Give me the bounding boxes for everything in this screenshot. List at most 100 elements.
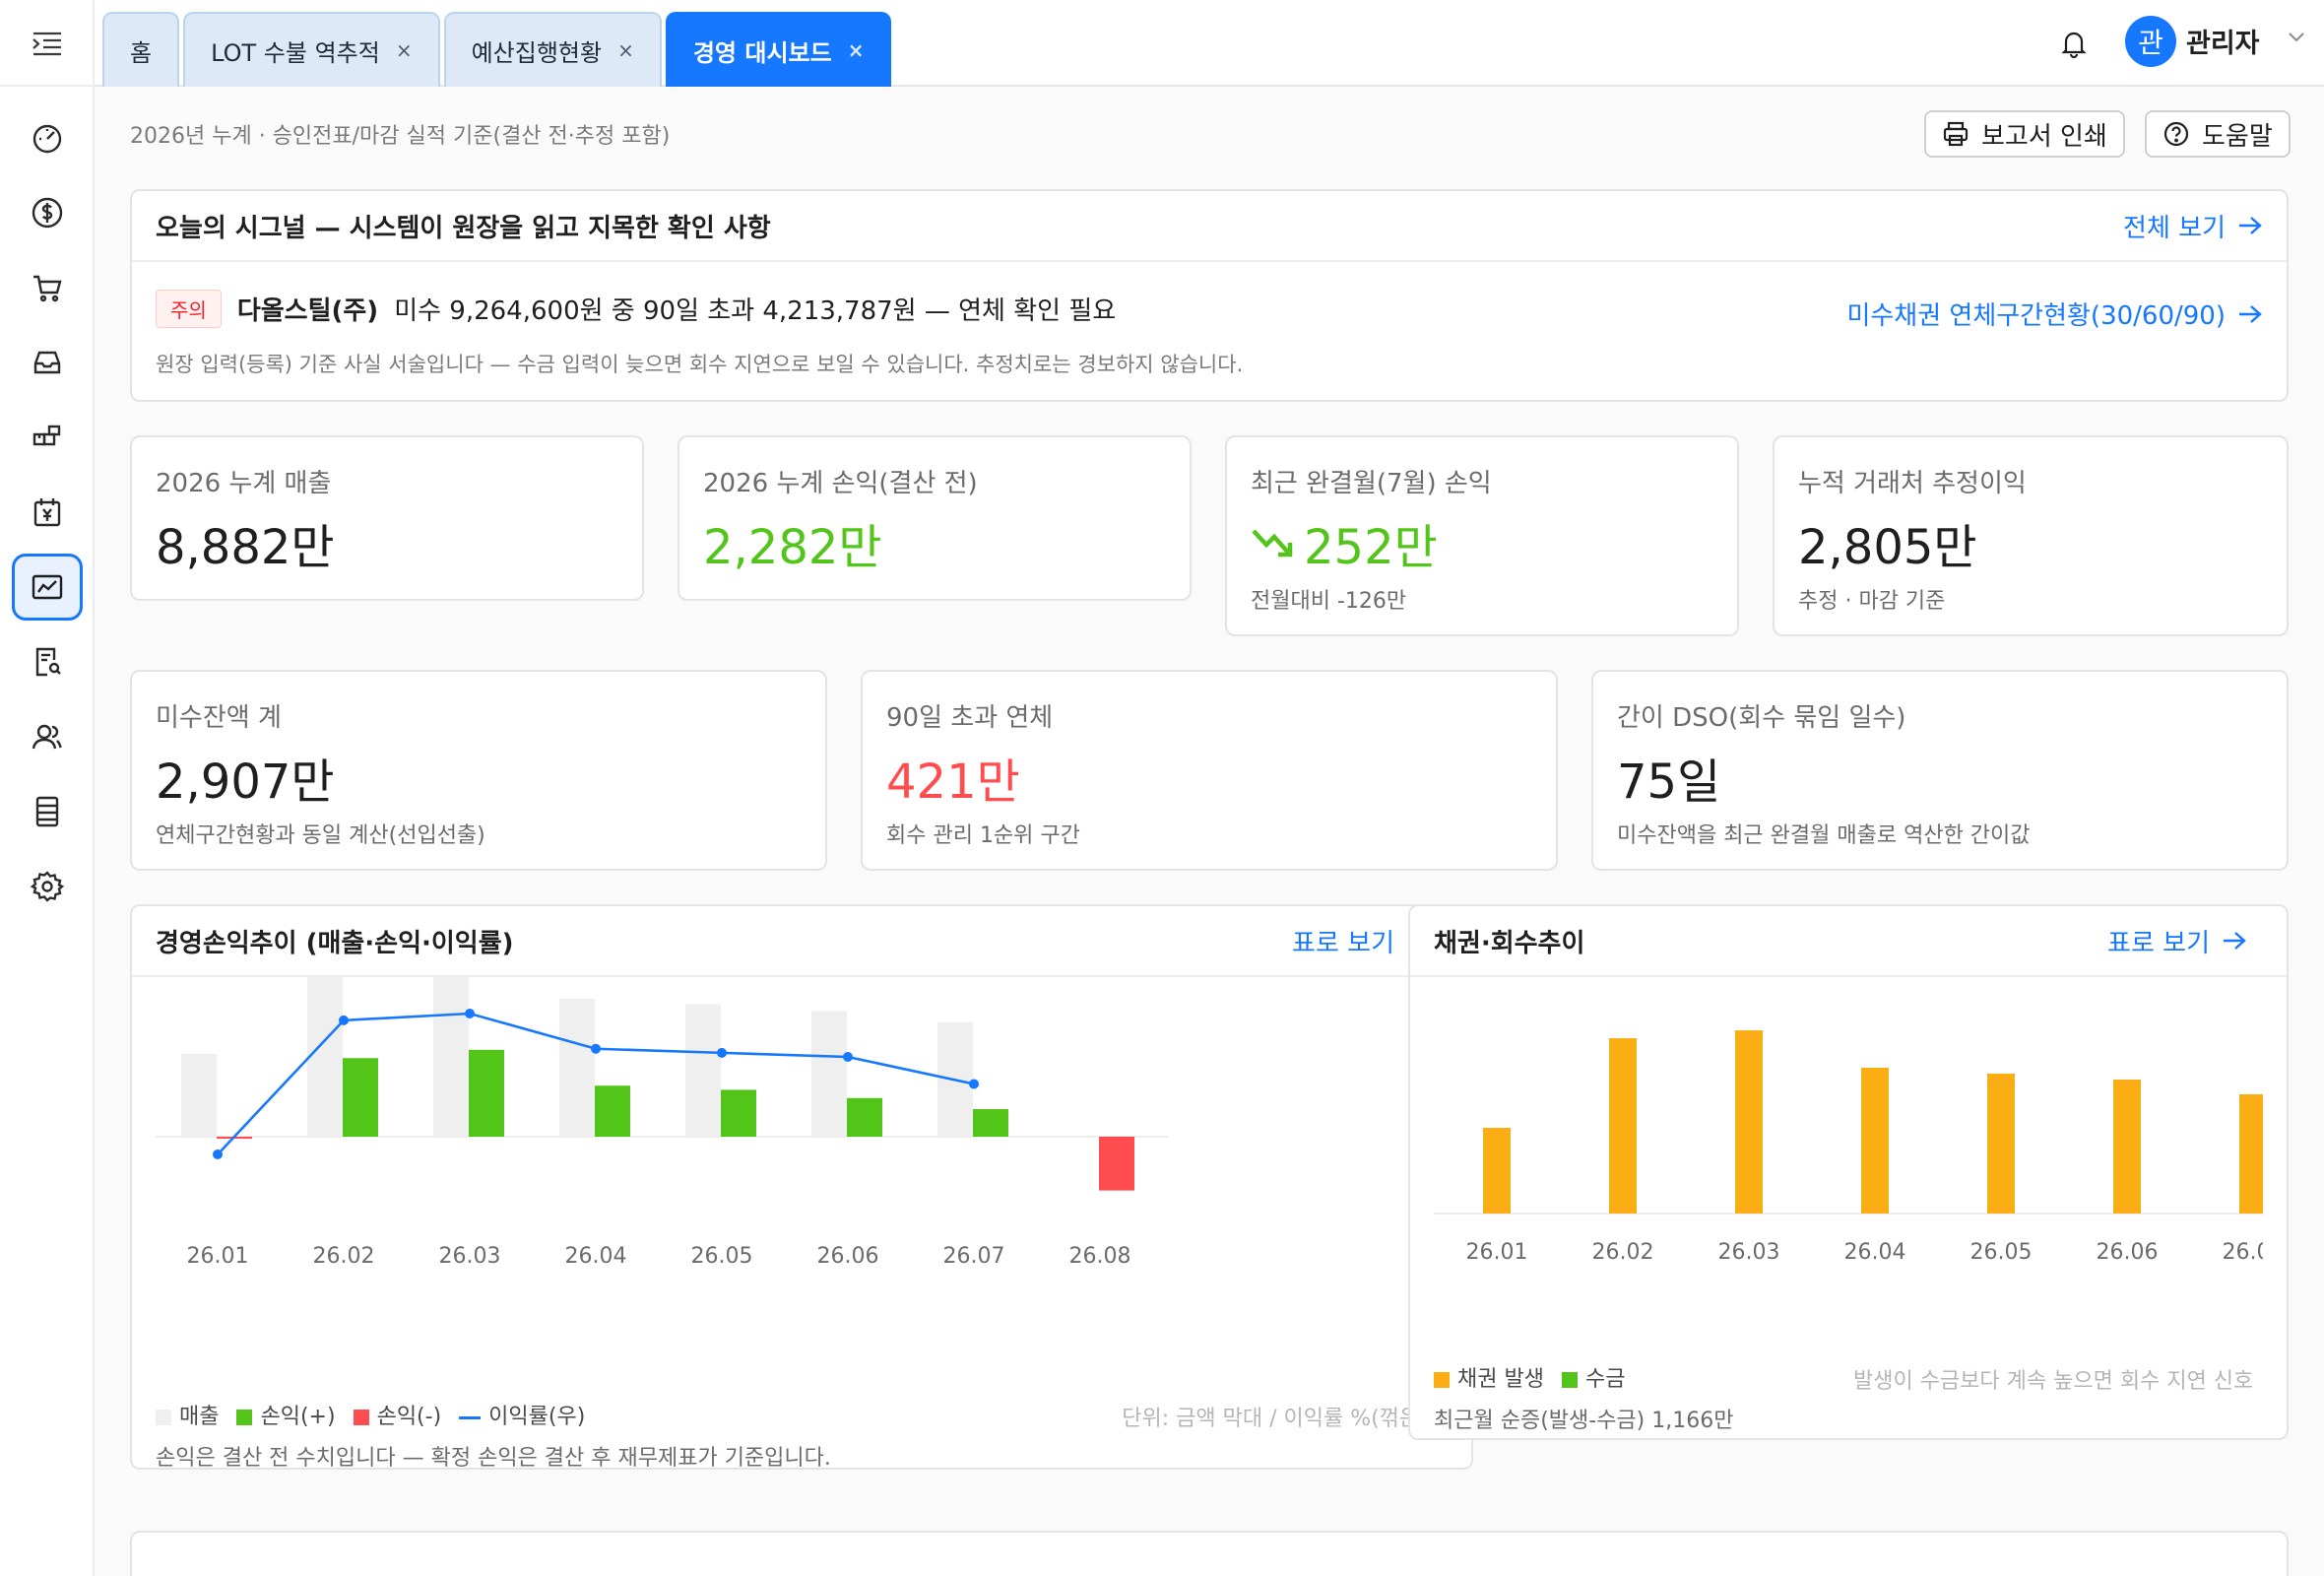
kpi-sub: 미수잔액을 최근 완결월 매출로 역산한 간이값 <box>1617 823 2031 848</box>
legend-label: 채권 발생 <box>1457 1367 1544 1392</box>
arrow-right-icon <box>2239 217 2262 234</box>
sidebar-item-budget[interactable] <box>12 479 83 546</box>
sidebar-item-dashboard[interactable] <box>12 104 83 171</box>
kpi-value: 421만 <box>886 755 1020 810</box>
ar-hint: 발생이 수금보다 계속 높으면 회수 지연 신호 <box>1853 1369 2254 1394</box>
view-all-link[interactable]: 전체 보기 <box>2123 208 2263 244</box>
kpi-sub: 추정 · 마감 기준 <box>1798 589 1946 614</box>
trend-down-icon <box>1252 529 1293 558</box>
sidebar-item-ledger[interactable] <box>12 778 83 845</box>
sidebar-collapse-toggle[interactable] <box>28 26 67 61</box>
kpi-label: 최근 완결월(7월) 손익 <box>1251 469 1492 498</box>
sidebar-nav <box>0 104 95 928</box>
ar-net-note: 최근월 순증(발생-수금) 1,166만 <box>1434 1409 1734 1433</box>
kpi-card-ytd-profit: 2026 누계 손익(결산 전) 2,282만 <box>678 435 1192 601</box>
margin-point <box>213 1149 223 1159</box>
tab-lot-trace[interactable]: LOT 수불 역추적 × <box>183 12 440 87</box>
document-search-icon <box>35 647 61 677</box>
legend-revenue: 매출 <box>156 1399 219 1430</box>
sidebar-item-partners[interactable] <box>12 703 83 770</box>
main-content: 2026년 누계 · 승인전표/마감 실적 기준(결산 전·추정 포함) 보고서… <box>95 87 2324 1576</box>
tab-home[interactable]: 홈 <box>102 12 180 87</box>
help-label: 도움말 <box>2202 121 2273 152</box>
page-subtitle: 2026년 누계 · 승인전표/마감 실적 기준(결산 전·추정 포함) <box>130 124 671 149</box>
kpi-card-dso: 간이 DSO(회수 묶임 일수) 75일 미수잔액을 최근 완결월 매출로 역산… <box>1591 670 2289 871</box>
tab-label: 홈 <box>130 38 153 67</box>
ar-table-label: 표로 보기 <box>2107 928 2210 958</box>
boxes-icon <box>32 425 61 446</box>
signal-company: 다올스틸(주) <box>236 296 379 326</box>
close-icon[interactable]: × <box>617 38 634 62</box>
x-tick-label: 26.02 <box>313 1244 375 1269</box>
legend-margin: 이익률(우) <box>459 1399 585 1430</box>
sidebar-item-inventory[interactable] <box>12 404 83 471</box>
kpi-sub: 전월대비 -126만 <box>1251 589 1407 614</box>
tab-label: 예산집행현황 <box>471 38 603 67</box>
tab-budget-execution[interactable]: 예산집행현황 × <box>443 12 662 87</box>
profit-bar <box>973 1109 1008 1137</box>
gear-icon <box>31 871 64 902</box>
kpi-value: 8,882만 <box>156 520 335 575</box>
sidebar-item-sales[interactable] <box>12 254 83 321</box>
view-all-label: 전체 보기 <box>2123 213 2226 243</box>
user-name[interactable]: 관리자 <box>2186 22 2260 60</box>
x-tick-label: 26.03 <box>439 1244 501 1269</box>
receivable-bar <box>2113 1080 2141 1214</box>
sidebar-item-settings[interactable] <box>12 853 83 920</box>
signal-row: 주의 다올스틸(주) 미수 9,264,600원 중 90일 초과 4,213,… <box>156 290 1116 328</box>
print-report-button[interactable]: 보고서 인쇄 <box>1924 110 2125 158</box>
arrow-right-icon <box>2224 932 2246 950</box>
kpi-value-row: 252만 <box>1251 508 1438 577</box>
ar-table-link[interactable]: 표로 보기 <box>2107 923 2247 959</box>
help-circle-icon <box>2163 121 2189 147</box>
profit-bar <box>721 1089 756 1137</box>
close-icon[interactable]: × <box>396 38 413 62</box>
legend-label: 매출 <box>179 1405 220 1429</box>
legend-label: 이익률(우) <box>488 1405 586 1429</box>
sidebar-item-finance[interactable] <box>12 179 83 246</box>
x-tick-label: 26.02 <box>1592 1240 1654 1265</box>
kpi-value: 2,282만 <box>703 520 882 575</box>
pl-trend-header: 경영손익추이 (매출·손익·이익률) 표로 보기 <box>132 906 1471 977</box>
aging-report-label: 미수채권 연체구간현황(30/60/90) <box>1846 301 2226 331</box>
receivable-bar <box>1987 1074 2015 1214</box>
signals-title: 오늘의 시그널 — 시스템이 원장을 읽고 지목한 확인 사항 <box>156 213 771 243</box>
kpi-label: 90일 초과 연체 <box>886 703 1054 733</box>
dashboard-gauge-icon <box>32 124 62 154</box>
profit-bar <box>343 1058 378 1137</box>
sidebar-item-reports[interactable] <box>12 628 83 695</box>
ledger-icon <box>35 796 59 827</box>
tab-strip: 홈 LOT 수불 역추적 × 예산집행현황 × 경영 대시보드 × <box>102 12 892 87</box>
x-tick-label: 26.06 <box>2097 1240 2159 1265</box>
tab-management-dashboard[interactable]: 경영 대시보드 × <box>665 12 892 87</box>
profit-bar <box>469 1049 504 1137</box>
x-tick-label: 26.04 <box>565 1244 627 1269</box>
margin-point <box>717 1047 727 1058</box>
avatar[interactable]: 관 <box>2125 16 2176 67</box>
loss-bar <box>1099 1137 1134 1191</box>
ar-trend-title: 채권·회수추이 <box>1434 928 1585 958</box>
help-button[interactable]: 도움말 <box>2145 110 2291 158</box>
revenue-bar <box>685 1004 721 1137</box>
margin-point <box>843 1052 853 1062</box>
notifications-button[interactable] <box>2054 24 2094 63</box>
ar-trend-card: 채권·회수추이 표로 보기 26.01 26.02 26.03 26.04 26.05 2… <box>1408 904 2289 1440</box>
chevron-down-icon[interactable] <box>2287 30 2306 43</box>
x-tick-label: 26.08 <box>1069 1244 1131 1269</box>
close-icon[interactable]: × <box>848 38 865 62</box>
x-tick-label: 26.04 <box>1844 1240 1906 1265</box>
legend-receivable: 채권 발생 <box>1434 1361 1544 1393</box>
sidebar-item-management-dashboard[interactable] <box>12 554 83 621</box>
calendar-yen-icon <box>33 498 61 527</box>
cart-icon <box>33 275 62 302</box>
pl-footnote: 손익은 결산 전 수치입니다 — 확정 손익은 결산 후 재무제표가 기준입니다… <box>156 1446 831 1471</box>
pl-legend: 매출 손익(+) 손익(-) 이익률(우) <box>156 1399 585 1430</box>
aging-report-link[interactable]: 미수채권 연체구간현황(30/60/90) <box>1846 296 2263 332</box>
legend-label: 손익(+) <box>260 1405 336 1429</box>
sidebar-item-purchase[interactable] <box>12 329 83 396</box>
legend-collection: 수금 <box>1561 1361 1625 1393</box>
kpi-value: 2,805만 <box>1798 520 1977 575</box>
kpi-label: 간이 DSO(회수 묶임 일수) <box>1617 703 1906 733</box>
x-tick-label: 26.01 <box>1466 1240 1528 1265</box>
inbox-icon <box>33 351 61 374</box>
